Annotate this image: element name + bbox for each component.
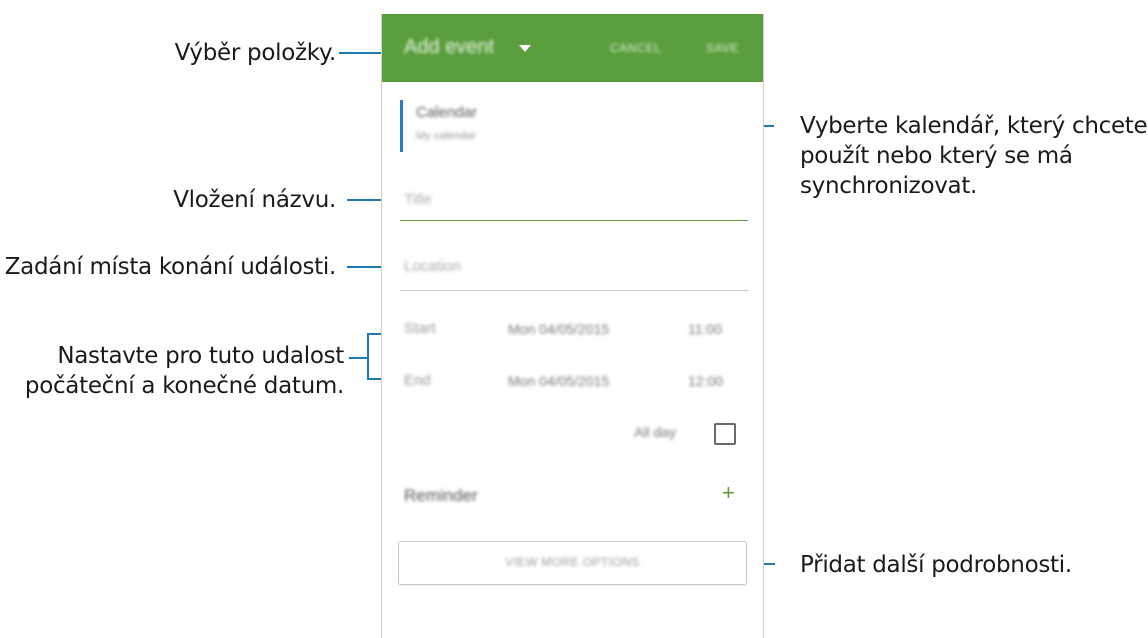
end-label: End [404,372,431,389]
all-day-label: All day [634,424,677,440]
callout-add-details: Přidat další podrobnosti. [800,552,1072,578]
callout-choose-calendar-line2: použít nebo který se má [800,143,1073,169]
title-underline [400,220,748,221]
callout-enter-title: Vložení názvu. [173,187,336,213]
callout-choose-calendar: Vyberte kalendář, který chcete použít ne… [800,111,1148,201]
location-underline [400,290,748,291]
calendar-label[interactable]: Calendar [416,104,477,121]
calendar-accent-bar [400,100,403,152]
callout-set-dates: Nastavte pro tuto udalost počáteční a ko… [25,341,344,401]
title-input[interactable]: Title [404,191,432,208]
leader-enter-location [347,266,385,268]
cancel-button[interactable]: CANCEL [610,41,662,55]
callout-enter-location: Zadání místa konání události. [4,254,337,280]
reminder-label: Reminder [404,486,478,505]
leader-set-dates-bracket [367,333,369,380]
callout-set-dates-line2: počáteční a konečné datum. [24,373,344,399]
phone-screen: Add event CANCEL SAVE Calendar My calend… [381,14,764,638]
event-type-dropdown[interactable]: Add event [404,36,494,59]
end-time[interactable]: 12:00 [688,373,723,389]
start-date[interactable]: Mon 04/05/2015 [508,321,609,337]
leader-enter-title [347,199,385,201]
callout-set-dates-line1: Nastavte pro tuto udalost [57,343,344,369]
start-time[interactable]: 11:00 [688,321,722,337]
calendar-value[interactable]: My calendar [416,130,476,142]
view-more-options-button[interactable]: VIEW MORE OPTIONS [398,541,747,585]
all-day-checkbox[interactable] [714,423,736,445]
end-date[interactable]: Mon 04/05/2015 [508,373,609,389]
callout-choose-calendar-line1: Vyberte kalendář, který chcete [800,113,1148,139]
save-button[interactable]: SAVE [706,41,739,55]
location-input[interactable]: Location [404,258,461,275]
callout-choose-calendar-line3: synchronizovat. [800,173,978,199]
start-label: Start [404,320,436,337]
callout-select-item: Výběr položky. [174,40,337,66]
leader-set-dates-stub [349,357,369,359]
app-bar: Add event CANCEL SAVE [382,14,763,82]
plus-icon[interactable]: + [722,480,735,506]
chevron-down-icon[interactable] [519,45,531,52]
view-more-options-label: VIEW MORE OPTIONS [505,555,640,569]
